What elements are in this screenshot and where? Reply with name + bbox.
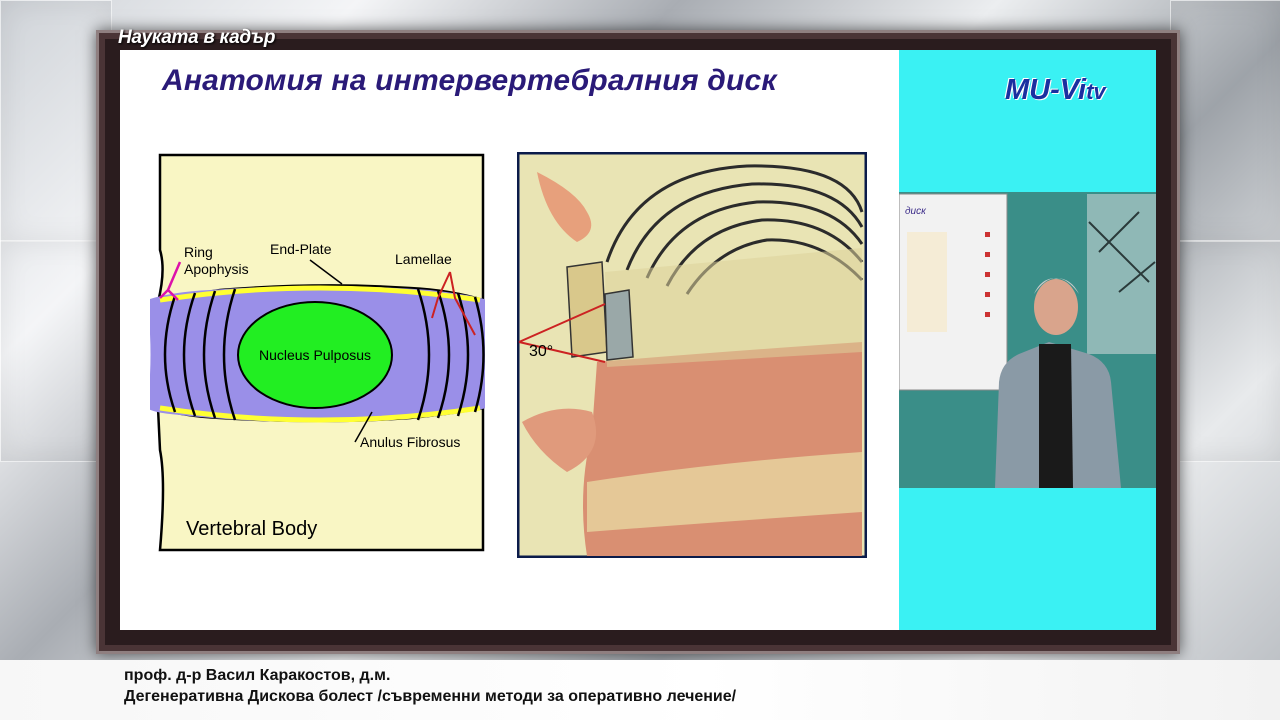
speaker-name: проф. д-р Васил Каракостов, д.м. — [124, 667, 391, 684]
logo-main: MU-Vi — [1005, 74, 1087, 106]
vertebral-body-label: Vertebral Body — [186, 518, 317, 540]
whiteboard-text: диск — [905, 206, 927, 217]
logo-suffix: tv — [1086, 79, 1106, 104]
angle-label: 30° — [529, 343, 553, 360]
slide-title: Анатомия на интервертебралния диск — [162, 64, 777, 97]
end-plate-label: End-Plate — [270, 241, 332, 257]
lamellae-label: Lamellae — [395, 251, 452, 267]
side-panel: MU-Vitv диск — [899, 50, 1156, 630]
brand-label: Науката в кадър — [118, 27, 276, 48]
lecture-topic: Дегенеративна Дискова болест /съвременни… — [124, 688, 737, 705]
upper-vertebral-body — [156, 153, 485, 304]
background-tile — [1170, 0, 1280, 242]
channel-logo: MU-Vitv — [1005, 74, 1106, 107]
apophysis-label: Apophysis — [184, 261, 249, 277]
ring-label: Ring — [184, 244, 213, 260]
presentation-slide: Анатомия на интервертебралния диск Nucle… — [120, 50, 899, 630]
disc-diagram: Nucleus Pulposus Ring Apophysis End-Plat… — [150, 153, 485, 552]
disc-illustration: 30° — [517, 152, 867, 558]
anulus-fibrosus-label: Anulus Fibrosus — [360, 434, 460, 450]
lower-third: проф. д-р Васил Каракостов, д.м. Дегенер… — [0, 660, 1280, 720]
speaker-video-frame: диск — [899, 192, 1156, 488]
speaker-video: диск — [899, 192, 1156, 488]
background-tile — [1170, 240, 1280, 462]
nucleus-pulposus-label: Nucleus Pulposus — [259, 347, 371, 363]
